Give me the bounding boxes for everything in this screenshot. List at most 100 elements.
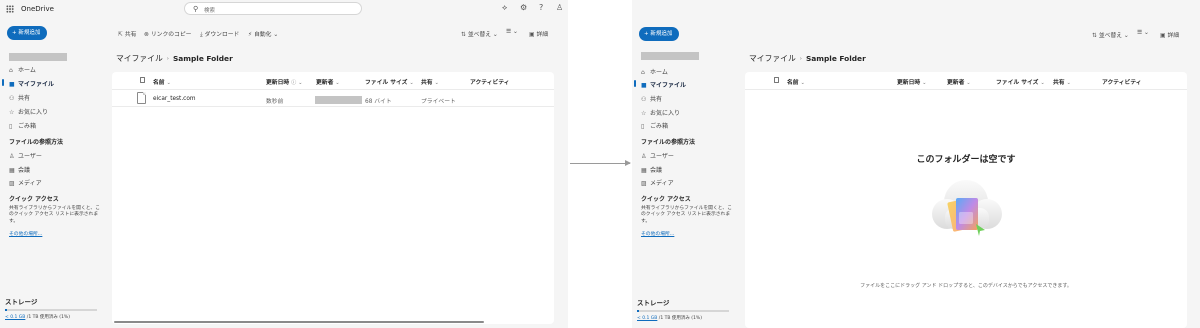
details-button[interactable]: ▣ 詳細 (1160, 30, 1179, 39)
sort-button[interactable]: ⇅ 並べ替え ⌄ (461, 29, 498, 38)
new-add-button[interactable]: + 新規追加 (7, 26, 47, 40)
column-name[interactable]: 名前 ⌄ (787, 77, 805, 86)
account-icon[interactable]: ♙ (556, 4, 563, 12)
column-name-label: 名前 (153, 80, 165, 86)
file-list: 名前 ⌄ 更新日時 ⓘ ⌄ 更新者 ⌄ ファイル サイズ ⌄ 共有 ⌄ アクティビティ ei… (112, 72, 554, 324)
breadcrumb: マイファイル › Sample Folder (749, 53, 866, 64)
automate-icon: ⚡ (248, 32, 253, 38)
view-options-button[interactable]: ☰ ⌄ (1137, 30, 1149, 36)
empty-folder-illustration (932, 180, 1002, 236)
copy-link-button[interactable]: ⊗ リンクのコピー (144, 29, 191, 38)
details-button[interactable]: ▣ 詳細 (529, 29, 548, 38)
quick-access-description: 共有ライブラリからファイルを開くと、このクイック アクセス リストに表示されます… (641, 206, 732, 224)
header-divider (745, 89, 1187, 90)
browse-heading: ファイルの参照方法 (9, 139, 64, 146)
column-sharing[interactable]: 共有 ⌄ (1053, 77, 1071, 86)
column-activity[interactable]: アクティビティ (470, 77, 510, 86)
nav-item-meetings[interactable]: ▦ 会議 (641, 165, 662, 174)
file-sharing[interactable]: プライベート (421, 96, 456, 105)
more-places-link[interactable]: その他の場所... (9, 230, 42, 237)
sort-icon: ⇅ (1092, 33, 1097, 39)
nav-label: ごみ箱 (650, 123, 669, 130)
person-icon: ♙ (641, 153, 647, 160)
breadcrumb-current: Sample Folder (805, 54, 866, 63)
storage-usage-bar (5, 309, 97, 311)
brand-name[interactable]: OneDrive (21, 5, 54, 13)
home-icon: ⌂ (9, 67, 13, 74)
storage-title: ストレージ (5, 298, 38, 306)
nav-label: 共有 (650, 96, 663, 103)
column-modified-by[interactable]: 更新者 ⌄ (316, 77, 340, 86)
column-modified[interactable]: 更新日時 ⓘ ⌄ (266, 77, 302, 86)
settings-gear-icon[interactable]: ⚙ (520, 4, 527, 12)
column-modified[interactable]: 更新日時 ⌄ (897, 77, 926, 86)
folder-icon: ■ (641, 82, 647, 89)
nav-item-media[interactable]: ▨ メディア (641, 178, 674, 187)
app-launcher-icon[interactable] (6, 5, 14, 13)
chevron-down-icon: ⌄ (966, 80, 971, 86)
file-list: 名前 ⌄ 更新日時 ⌄ 更新者 ⌄ ファイル サイズ ⌄ 共有 ⌄ アクティビティ このフ… (745, 72, 1187, 328)
nav-item-favorites[interactable]: ☆ お気に入り (9, 107, 48, 116)
column-file-size[interactable]: ファイル サイズ ⌄ (365, 77, 414, 86)
nav-item-shared[interactable]: ⚇ 共有 (9, 93, 30, 102)
empty-folder-title: このフォルダーは空です (916, 155, 1016, 165)
breadcrumb-root[interactable]: マイファイル (116, 54, 163, 63)
more-places-link[interactable]: その他の場所... (641, 230, 674, 237)
left-nav: ⌂ ホーム ■ マイファイル ⚇ 共有 ☆ お気に入り ▯ ごみ箱 ファイルの参照方法 ♙… (632, 48, 740, 328)
nav-item-favorites[interactable]: ☆ お気に入り (641, 108, 680, 117)
calendar-icon: ▦ (9, 167, 15, 174)
storage-used-link[interactable]: < 0.1 GB (5, 315, 25, 320)
share-button[interactable]: ⇱ 共有 (118, 29, 136, 38)
automate-label: 自動化 (254, 32, 272, 38)
column-file-size[interactable]: ファイル サイズ ⌄ (996, 77, 1045, 86)
star-icon: ☆ (641, 110, 647, 117)
view-options-button[interactable]: ☰ ⌄ (506, 29, 518, 35)
column-name[interactable]: 名前 ⌄ (153, 77, 171, 86)
quick-access-heading: クイック アクセス (641, 196, 691, 203)
details-pane-icon: ▣ (529, 32, 535, 38)
new-add-button[interactable]: + 新規追加 (639, 27, 679, 41)
nav-item-people[interactable]: ♙ ユーザー (641, 151, 674, 160)
file-type-icon (774, 77, 779, 83)
horizontal-scrollbar[interactable] (114, 321, 484, 323)
sort-button[interactable]: ⇅ 並べ替え ⌄ (1092, 30, 1129, 39)
storage-usage-text: < 0.1 GB /1 TB 使用済み (1%) (5, 314, 70, 320)
automate-button[interactable]: ⚡ 自動化 ⌄ (248, 29, 278, 38)
nav-label: ユーザー (650, 153, 674, 160)
nav-item-media[interactable]: ▨ メディア (9, 178, 42, 187)
details-pane-icon: ▣ (1160, 33, 1166, 39)
chevron-down-icon: ⌄ (1066, 80, 1071, 86)
home-icon: ⌂ (641, 69, 645, 76)
search-input[interactable]: ⚲ 検索 (184, 2, 362, 15)
download-icon: ⤓ (200, 32, 203, 38)
file-size: 68 バイト (365, 99, 392, 105)
nav-item-people[interactable]: ♙ ユーザー (9, 151, 42, 160)
quick-access-description: 共有ライブラリからファイルを開くと、このクイック アクセス リストに表示されます… (9, 206, 100, 224)
nav-item-meetings[interactable]: ▦ 会議 (9, 165, 30, 174)
nav-label: 共有 (18, 95, 31, 102)
nav-item-home[interactable]: ⌂ ホーム (9, 65, 36, 74)
breadcrumb-root[interactable]: マイファイル (749, 54, 796, 63)
table-row[interactable]: eicar_test.com 数秒前 68 バイト プライベート (112, 90, 554, 107)
nav-item-home[interactable]: ⌂ ホーム (641, 67, 668, 76)
download-button[interactable]: ⤓ ダウンロード (200, 29, 239, 39)
nav-item-recycle-bin[interactable]: ▯ ごみ箱 (9, 121, 36, 130)
storage-used-link[interactable]: < 0.1 GB (637, 316, 657, 321)
download-label: ダウンロード (204, 32, 240, 38)
column-activity[interactable]: アクティビティ (1102, 77, 1142, 86)
premium-diamond-icon[interactable]: ⟡ (502, 4, 507, 12)
help-icon[interactable]: ? (539, 4, 543, 12)
nav-item-recycle-bin[interactable]: ▯ ごみ箱 (641, 121, 668, 130)
file-name[interactable]: eicar_test.com (153, 96, 196, 102)
column-sharing[interactable]: 共有 ⌄ (421, 77, 439, 86)
transition-arrow-icon (570, 160, 631, 166)
modified-by-redacted (315, 96, 362, 104)
column-sharing-label: 共有 (421, 80, 433, 86)
copy-link-label: リンクのコピー (150, 32, 192, 38)
nav-item-my-files[interactable]: ■ マイファイル (9, 79, 54, 88)
column-modified-by[interactable]: 更新者 ⌄ (947, 77, 971, 86)
nav-item-my-files[interactable]: ■ マイファイル (641, 80, 686, 89)
list-view-icon: ☰ (1137, 30, 1143, 36)
nav-item-shared[interactable]: ⚇ 共有 (641, 94, 662, 103)
new-add-label: 新規追加 (18, 30, 41, 36)
